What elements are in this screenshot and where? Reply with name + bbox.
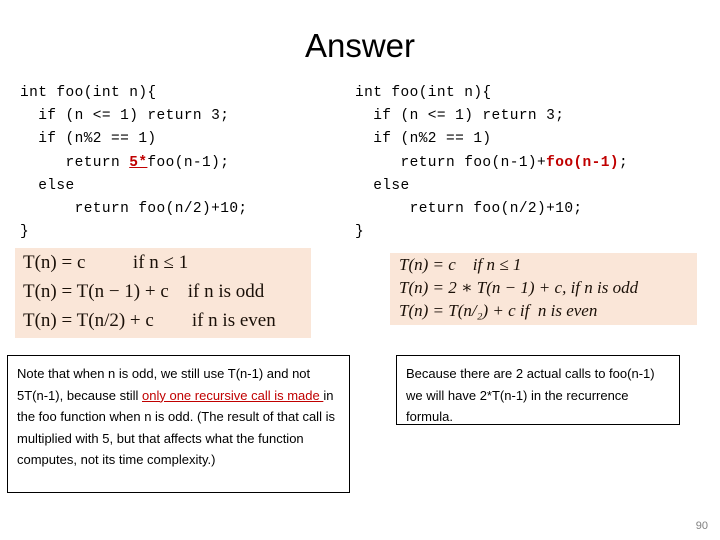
- recurrence-formula-box-right: T(n) = c if n ≤ 1 T(n) = 2 ∗ T(n − 1) + c…: [390, 253, 697, 325]
- code-line: return foo(n/2)+10;: [355, 198, 628, 221]
- code-text: if (n <= 1) return 3;: [355, 108, 565, 125]
- formula-line: T(n) = c if n ≤ 1: [23, 252, 189, 273]
- note-right-text: Because there are 2 actual calls to foo(…: [406, 366, 655, 424]
- code-line: }: [20, 221, 248, 244]
- code-text: if (n%2 == 1): [20, 131, 157, 148]
- code-line: else: [20, 175, 248, 198]
- formula-line: T(n) = T(n/₂) + c if n is even: [399, 301, 598, 320]
- code-text: if (n%2 == 1): [355, 131, 492, 148]
- code-text: int foo(int n){: [355, 85, 492, 101]
- code-line: else: [355, 175, 628, 198]
- formula-line: T(n) = T(n − 1) + c if n is odd: [23, 281, 265, 302]
- code-line: if (n%2 == 1): [355, 128, 628, 151]
- code-line: }: [355, 221, 628, 244]
- code-text: ;: [618, 154, 629, 171]
- code-line: int foo(int n){: [355, 82, 628, 105]
- code-line: return foo(n/2)+10;: [20, 198, 248, 221]
- code-line: return foo(n-1)+foo(n-1);: [355, 152, 628, 175]
- formula-line: T(n) = c if n ≤ 1: [399, 255, 522, 274]
- code-line: int foo(int n){: [20, 82, 248, 105]
- formula-line: T(n) = T(n/2) + c if n is even: [23, 310, 276, 331]
- code-text: foo(n-1);: [147, 154, 230, 171]
- code-line: if (n <= 1) return 3;: [355, 105, 628, 128]
- code-text: else: [20, 177, 75, 194]
- recurrence-formula-box-left: T(n) = c if n ≤ 1 T(n) = T(n − 1) + c if …: [15, 248, 311, 338]
- code-text: return foo(n/2)+10;: [355, 200, 583, 217]
- code-highlight: 5*: [129, 154, 148, 171]
- code-text: return: [20, 154, 130, 171]
- code-block-original: int foo(int n){ if (n <= 1) return 3; if…: [20, 82, 248, 244]
- formula-line: T(n) = 2 ∗ T(n − 1) + c, if n is odd: [399, 278, 639, 297]
- note-box-left: Note that when n is odd, we still use T(…: [7, 355, 350, 493]
- code-text: int foo(int n){: [20, 85, 157, 101]
- code-line: return 5*foo(n-1);: [20, 152, 248, 175]
- code-line: if (n <= 1) return 3;: [20, 105, 248, 128]
- page-title: Answer: [304, 27, 416, 64]
- code-text: if (n <= 1) return 3;: [20, 108, 230, 125]
- note-box-right: Because there are 2 actual calls to foo(…: [396, 355, 680, 425]
- code-text: }: [20, 224, 30, 241]
- code-text: else: [355, 177, 410, 194]
- code-highlight: foo(n-1): [546, 154, 619, 171]
- code-text: }: [355, 224, 365, 241]
- code-block-modified: int foo(int n){ if (n <= 1) return 3; if…: [355, 82, 628, 244]
- code-text: return foo(n-1)+: [355, 154, 547, 171]
- code-line: if (n%2 == 1): [20, 128, 248, 151]
- code-text: return foo(n/2)+10;: [20, 200, 248, 217]
- note-left-highlight: only one recursive call is made: [142, 387, 324, 403]
- page-number: 90: [695, 520, 708, 532]
